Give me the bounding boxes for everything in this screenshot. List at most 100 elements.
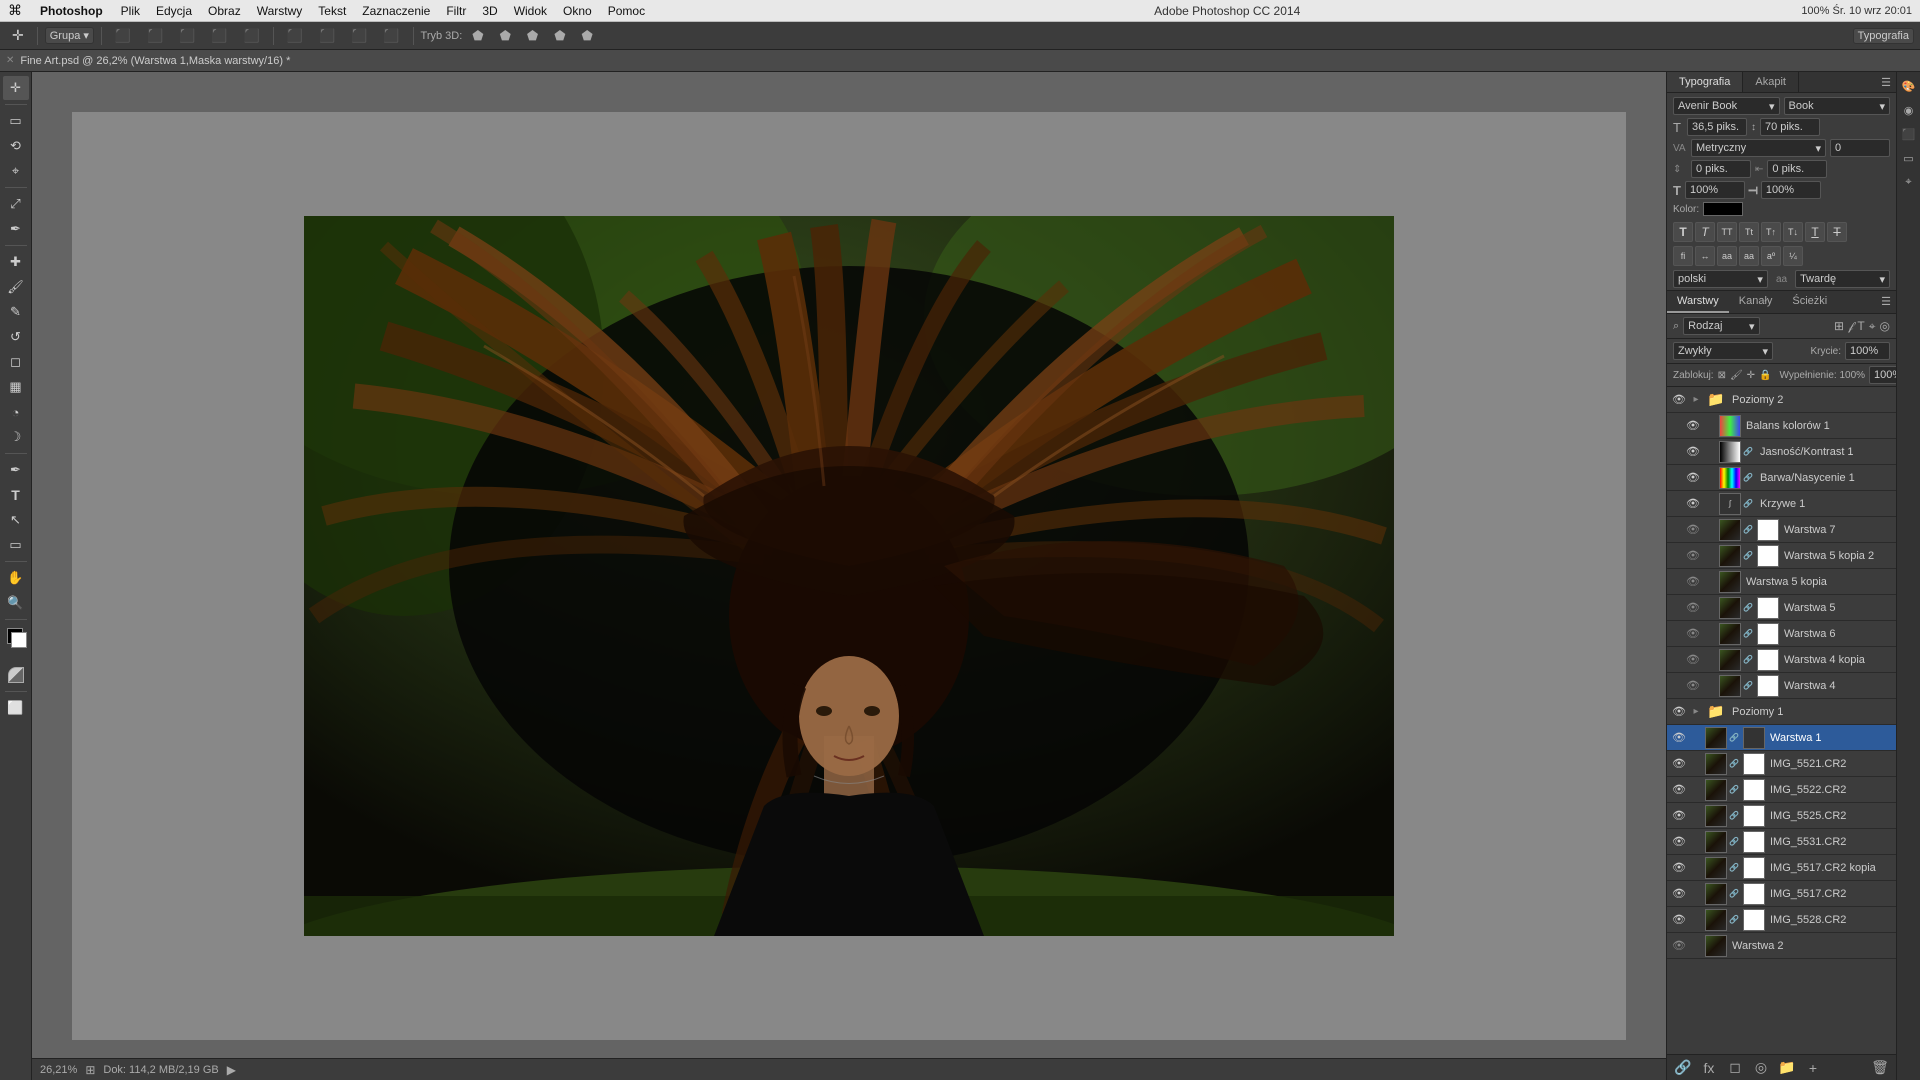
foreground-color[interactable] xyxy=(3,624,29,648)
tab-sciezki[interactable]: Ścieżki xyxy=(1782,291,1837,313)
format-frac-1[interactable]: fi xyxy=(1673,246,1693,266)
layer-visibility-poziomy2[interactable]: 👁 xyxy=(1671,392,1687,408)
scale-h-input[interactable] xyxy=(1685,181,1745,199)
quick-mask-tool[interactable] xyxy=(3,663,29,687)
color-swatch[interactable] xyxy=(1703,202,1743,216)
fill-input[interactable] xyxy=(1869,366,1896,384)
layer-visibility-img5528[interactable]: 👁 xyxy=(1671,912,1687,928)
leading-input[interactable] xyxy=(1760,118,1820,136)
layer-row-img5521[interactable]: 👁🔗IMG_5521.CR2 xyxy=(1667,751,1896,777)
workspace-dropdown[interactable]: Typografia xyxy=(1853,28,1914,44)
antialias-dropdown[interactable]: Twardę ▾ xyxy=(1795,270,1890,288)
align-btn-9[interactable]: ⬛ xyxy=(377,26,405,46)
format-sub[interactable]: T↓ xyxy=(1783,222,1803,242)
format-ord[interactable]: aº xyxy=(1761,246,1781,266)
filter-toggle[interactable]: ◎ xyxy=(1880,319,1890,333)
gradient-tool[interactable]: ▦ xyxy=(3,375,29,399)
layer-visibility-img5517[interactable]: 👁 xyxy=(1671,886,1687,902)
path-selection-tool[interactable]: ↖ xyxy=(3,508,29,532)
layer-visibility-warstwa6[interactable]: 👁 xyxy=(1685,626,1701,642)
layer-row-poziomy1[interactable]: 👁▸📁Poziomy 1 xyxy=(1667,699,1896,725)
lock-all[interactable]: 🔒 xyxy=(1759,367,1771,383)
marquee-tool[interactable]: ▭ xyxy=(3,109,29,133)
format-italic[interactable]: T xyxy=(1695,222,1715,242)
hand-tool[interactable]: ✋ xyxy=(3,566,29,590)
layer-visibility-img5521[interactable]: 👁 xyxy=(1671,756,1687,772)
align-btn-3[interactable]: ⬛ xyxy=(173,26,201,46)
layer-row-img5517kopia[interactable]: 👁🔗IMG_5517.CR2 kopia xyxy=(1667,855,1896,881)
layer-row-warstwa4kopia[interactable]: 👁🔗Warstwa 4 kopia xyxy=(1667,647,1896,673)
link-layers-btn[interactable]: 🔗 xyxy=(1673,1058,1693,1078)
3d-btn-3[interactable]: ⬟ xyxy=(521,26,544,46)
format-strike[interactable]: T xyxy=(1827,222,1847,242)
menu-item-tekst[interactable]: Tekst xyxy=(310,2,354,20)
layer-row-barwa[interactable]: 👁🔗Barwa/Nasycenie 1 xyxy=(1667,465,1896,491)
layer-row-img5531[interactable]: 👁🔗IMG_5531.CR2 xyxy=(1667,829,1896,855)
close-btn[interactable]: ✕ xyxy=(6,55,14,66)
text-tool[interactable]: T xyxy=(3,483,29,507)
layer-row-warstwa1[interactable]: 👁🔗Warstwa 1 xyxy=(1667,725,1896,751)
format-smallcaps[interactable]: Tt xyxy=(1739,222,1759,242)
menu-item-widok[interactable]: Widok xyxy=(506,2,555,20)
kerning-dropdown[interactable]: Metryczny ▾ xyxy=(1691,139,1826,157)
blend-mode-dropdown[interactable]: Zwykły ▾ xyxy=(1673,342,1773,360)
side-icon-1[interactable]: 🎨 xyxy=(1899,76,1919,96)
side-icon-5[interactable]: ⌖ xyxy=(1899,172,1919,192)
layer-row-balans1[interactable]: 👁Balans kolorów 1 xyxy=(1667,413,1896,439)
layer-row-warstwa7[interactable]: 👁🔗Warstwa 7 xyxy=(1667,517,1896,543)
format-super[interactable]: T↑ xyxy=(1761,222,1781,242)
layer-visibility-jasnosc[interactable]: 👁 xyxy=(1685,444,1701,460)
layer-visibility-img5525[interactable]: 👁 xyxy=(1671,808,1687,824)
new-adjustment-btn[interactable]: ◎ xyxy=(1751,1058,1771,1078)
layer-visibility-img5517kopia[interactable]: 👁 xyxy=(1671,860,1687,876)
side-icon-3[interactable]: ⬛ xyxy=(1899,124,1919,144)
side-icon-4[interactable]: ▭ xyxy=(1899,148,1919,168)
layer-kind-dropdown[interactable]: Rodzaj ▾ xyxy=(1683,317,1759,335)
menu-item-plik[interactable]: Plik xyxy=(113,2,148,20)
tab-akapit[interactable]: Akapit xyxy=(1743,72,1799,92)
healing-brush-tool[interactable]: ✚ xyxy=(3,250,29,274)
layer-row-img5517[interactable]: 👁🔗IMG_5517.CR2 xyxy=(1667,881,1896,907)
clone-stamp-tool[interactable]: ✎ xyxy=(3,300,29,324)
layer-row-warstwa4[interactable]: 👁🔗Warstwa 4 xyxy=(1667,673,1896,699)
layer-row-warstwa6[interactable]: 👁🔗Warstwa 6 xyxy=(1667,621,1896,647)
crop-tool[interactable]: ⤢ xyxy=(3,192,29,216)
baseline-input[interactable] xyxy=(1767,160,1827,178)
format-frac-2[interactable]: ¼ xyxy=(1783,246,1803,266)
lang-dropdown[interactable]: polski ▾ xyxy=(1673,270,1768,288)
layer-visibility-img5531[interactable]: 👁 xyxy=(1671,834,1687,850)
3d-btn-1[interactable]: ⬟ xyxy=(466,26,489,46)
move-tool[interactable]: ✛ xyxy=(3,76,29,100)
group-dropdown[interactable]: Grupa ▾ xyxy=(45,27,94,44)
layer-visibility-warstwa7[interactable]: 👁 xyxy=(1685,522,1701,538)
dodge-tool[interactable]: ☽ xyxy=(3,425,29,449)
menu-item-3d[interactable]: 3D xyxy=(474,2,505,20)
layer-row-img5528[interactable]: 👁🔗IMG_5528.CR2 xyxy=(1667,907,1896,933)
lock-transparent[interactable]: ⊠ xyxy=(1718,367,1726,383)
font-style-dropdown[interactable]: Book ▾ xyxy=(1784,97,1891,115)
layer-row-poziomy2[interactable]: 👁▸📁Poziomy 2 xyxy=(1667,387,1896,413)
add-mask-btn[interactable]: ◻ xyxy=(1725,1058,1745,1078)
eraser-tool[interactable]: ◻ xyxy=(3,350,29,374)
menu-item-edycja[interactable]: Edycja xyxy=(148,2,200,20)
pen-tool[interactable]: ✒ xyxy=(3,458,29,482)
tab-typografia[interactable]: Typografia xyxy=(1667,72,1743,92)
layer-row-warstwa2[interactable]: 👁Warstwa 2 xyxy=(1667,933,1896,959)
menu-item-obraz[interactable]: Obraz xyxy=(200,2,249,20)
zoom-tool[interactable]: 🔍 xyxy=(3,591,29,615)
add-style-btn[interactable]: fx xyxy=(1699,1058,1719,1078)
menu-item-okno[interactable]: Okno xyxy=(555,2,600,20)
brush-tool[interactable]: 🖌 xyxy=(3,275,29,299)
font-size-input[interactable] xyxy=(1687,118,1747,136)
new-layer-btn[interactable]: + xyxy=(1803,1058,1823,1078)
screen-mode-tool[interactable]: ⬜ xyxy=(3,696,29,720)
align-btn-4[interactable]: ⬛ xyxy=(205,26,233,46)
format-underline[interactable]: T xyxy=(1805,222,1825,242)
layer-visibility-warstwa2[interactable]: 👁 xyxy=(1671,938,1687,954)
zoom-fit-btn[interactable]: ⊞ xyxy=(85,1063,95,1077)
layers-panel-menu[interactable]: ☰ xyxy=(1876,291,1896,311)
layer-visibility-warstwa5[interactable]: 👁 xyxy=(1685,600,1701,616)
new-group-btn[interactable]: 📁 xyxy=(1777,1058,1797,1078)
history-brush-tool[interactable]: ↺ xyxy=(3,325,29,349)
status-arrow[interactable]: ▶ xyxy=(227,1063,236,1077)
